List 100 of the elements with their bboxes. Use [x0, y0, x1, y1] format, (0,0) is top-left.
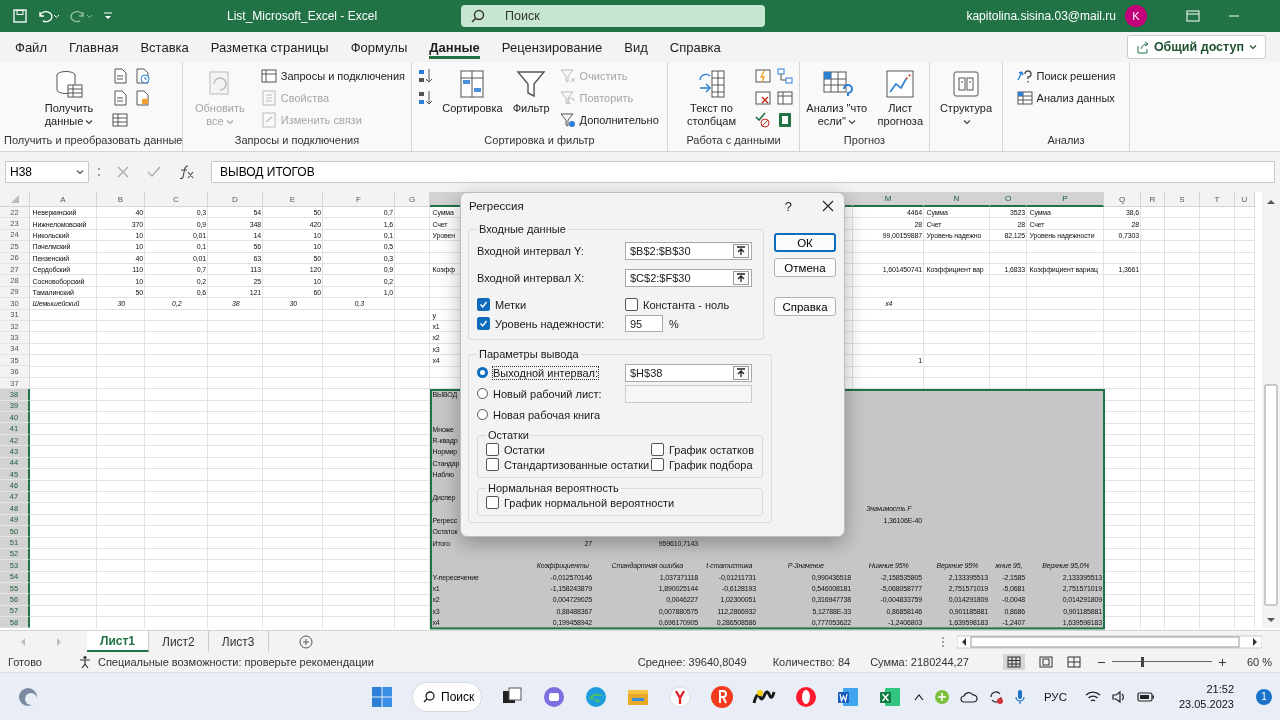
toolbar-button[interactable]: [418, 68, 435, 84]
ribbon-button[interactable]: Сортировка: [440, 66, 505, 117]
ribbon-display-icon[interactable]: [1186, 10, 1200, 22]
toolbar-button[interactable]: [112, 112, 128, 128]
account-email[interactable]: kapitolina.sisina.03@mail.ru: [966, 9, 1116, 23]
taskbar-search[interactable]: Поиск: [412, 681, 482, 712]
normal-view-icon[interactable]: [1006, 656, 1021, 668]
sheet-tab[interactable]: Лист1: [87, 631, 150, 652]
column-header[interactable]: P: [1027, 192, 1104, 207]
column-header[interactable]: G: [395, 192, 430, 207]
ribbon-button[interactable]: Запросы и подключения: [258, 66, 407, 86]
browser-icon[interactable]: [710, 684, 734, 709]
sheet-name-field[interactable]: [625, 384, 752, 403]
radio-button[interactable]: [477, 367, 488, 378]
checkbox[interactable]: [625, 298, 638, 311]
ribbon-button[interactable]: Поиск решения: [1014, 66, 1118, 86]
menu-tab[interactable]: Формулы: [339, 32, 419, 62]
checkbox[interactable]: [477, 317, 490, 330]
toolbar-button[interactable]: [776, 90, 793, 106]
page-break-icon[interactable]: [1066, 656, 1081, 668]
close-icon[interactable]: [822, 200, 834, 212]
column-header[interactable]: F: [323, 192, 395, 207]
radio-button[interactable]: [477, 388, 488, 399]
toolbar-button[interactable]: [134, 90, 150, 106]
toolbar-button[interactable]: [754, 112, 771, 128]
toolbar-button[interactable]: [112, 68, 128, 84]
column-header[interactable]: E: [263, 192, 323, 207]
sync-icon[interactable]: [987, 688, 1004, 705]
checkbox[interactable]: [486, 458, 499, 471]
range-field[interactable]: $B$2:$B$30: [625, 241, 752, 260]
browser-icon[interactable]: [794, 684, 818, 709]
confidence-field[interactable]: 95: [625, 315, 663, 332]
checkbox[interactable]: [651, 443, 664, 456]
clock[interactable]: 21:52 23.05.2023: [1178, 681, 1234, 712]
radio-label[interactable]: Выходной интервал:: [493, 366, 598, 379]
ribbon-button[interactable]: Анализ "что если": [804, 66, 870, 130]
column-header[interactable]: B: [97, 192, 145, 207]
menu-tab[interactable]: Вставка: [129, 32, 200, 62]
name-box[interactable]: H38: [5, 161, 89, 183]
checkbox-label[interactable]: Стандартизованные остатки: [504, 458, 650, 471]
checkbox[interactable]: [651, 458, 664, 471]
menu-tab[interactable]: Данные: [418, 32, 491, 62]
column-header[interactable]: D: [208, 192, 263, 207]
checkbox-label[interactable]: Уровень надежности:: [495, 317, 605, 330]
column-header[interactable]: C: [145, 192, 208, 207]
toolbar-button[interactable]: [776, 112, 793, 128]
checkbox[interactable]: [486, 443, 499, 456]
menu-tab[interactable]: Файл: [4, 32, 58, 62]
drag-handle-icon[interactable]: [941, 635, 945, 648]
menu-tab[interactable]: Справка: [658, 32, 732, 62]
menu-tab[interactable]: Разметка страницы: [199, 32, 340, 62]
checkbox[interactable]: [477, 298, 490, 311]
checkbox-label[interactable]: Метки: [495, 298, 527, 311]
save-icon[interactable]: [12, 8, 28, 24]
checkbox[interactable]: [486, 496, 499, 509]
formula-field[interactable]: ВЫВОД ИТОГОВ: [211, 161, 1275, 183]
checkbox-label[interactable]: График нормальной вероятности: [504, 496, 675, 509]
start-icon[interactable]: [370, 684, 394, 709]
column-header[interactable]: M: [853, 192, 924, 207]
help-icon[interactable]: ?: [784, 198, 792, 214]
checkbox-label[interactable]: Константа - ноль: [643, 298, 730, 311]
ribbon-button[interactable]: Текст по столбцам: [674, 66, 749, 130]
add-sheet-icon[interactable]: [298, 634, 313, 649]
ribbon-button[interactable]: Анализ данных: [1014, 88, 1118, 108]
toolbar-button[interactable]: [754, 90, 771, 106]
microphone-icon[interactable]: [1013, 688, 1026, 705]
zoom-slider[interactable]: [1111, 655, 1212, 669]
range-field[interactable]: $H$38: [625, 363, 752, 382]
range-field[interactable]: $C$2:$F$30: [625, 268, 752, 287]
ribbon-button[interactable]: Лист прогноза: [875, 66, 925, 130]
checkbox-label[interactable]: График подбора: [669, 458, 753, 471]
ribbon-button[interactable]: Фильтр: [510, 66, 552, 117]
menu-tab[interactable]: Рецензирование: [490, 32, 614, 62]
column-header[interactable]: Q: [1104, 192, 1141, 207]
ribbon-button[interactable]: Получить данные: [32, 66, 106, 130]
toolbar-button[interactable]: [112, 90, 128, 106]
toolbar-button[interactable]: [134, 68, 150, 84]
collapse-button[interactable]: [733, 243, 749, 258]
avatar[interactable]: K: [1125, 5, 1147, 27]
dialog-button[interactable]: Справка: [774, 297, 836, 316]
undo-icon[interactable]: [37, 8, 61, 24]
column-header[interactable]: U: [1235, 192, 1255, 207]
chat-icon[interactable]: [542, 684, 566, 709]
toolbar-button[interactable]: [418, 90, 435, 106]
checkbox-label[interactable]: Остатки: [504, 443, 545, 456]
checkbox-label[interactable]: График остатков: [669, 443, 754, 456]
column-header[interactable]: S: [1165, 192, 1200, 207]
accessibility-status[interactable]: Специальные возможности: проверьте рекомендации: [97, 656, 374, 668]
radio-label[interactable]: Новая рабочая книга: [493, 408, 601, 421]
menu-tab[interactable]: Главная: [57, 32, 130, 62]
search-field[interactable]: Поиск: [461, 5, 765, 27]
dialog-button[interactable]: Отмена: [774, 258, 836, 277]
volume-icon[interactable]: [1110, 689, 1127, 704]
column-header[interactable]: T: [1200, 192, 1235, 207]
column-header[interactable]: O: [990, 192, 1027, 207]
zoom-in-icon[interactable]: [1217, 657, 1227, 667]
language-indicator[interactable]: РУС: [1043, 690, 1067, 703]
wifi-icon[interactable]: [1084, 689, 1101, 704]
cloud-icon[interactable]: [959, 689, 978, 704]
column-header[interactable]: A: [30, 192, 97, 207]
